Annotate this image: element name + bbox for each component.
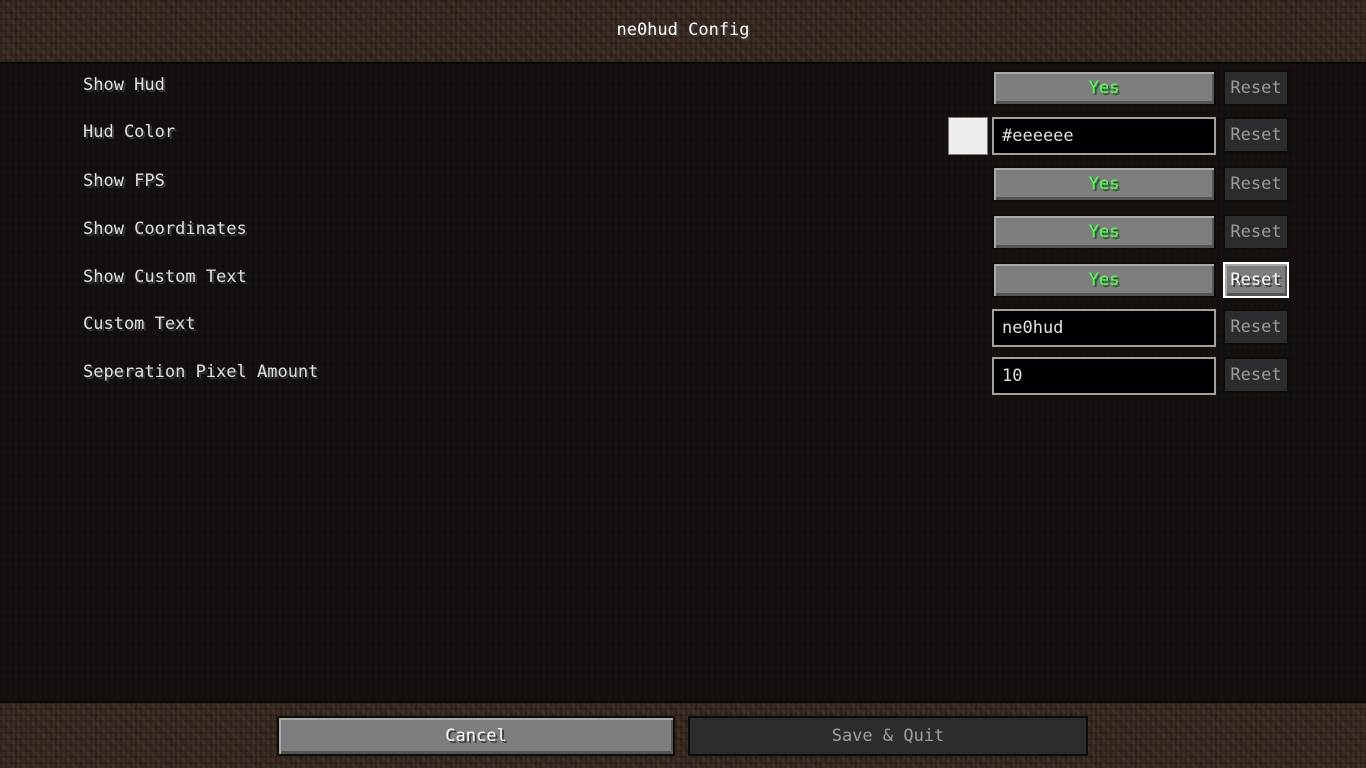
option-row-show-hud: Show Hud Yes Reset (0, 65, 1366, 106)
screen-title: ne0hud Config (616, 20, 750, 40)
custom-text-input[interactable] (992, 309, 1216, 347)
config-screen: ne0hud Config Show Hud Yes Reset Hud Col… (0, 0, 1366, 768)
reset-button[interactable]: Reset (1223, 70, 1289, 106)
option-label: Hud Color (83, 122, 176, 142)
show-hud-toggle[interactable]: Yes (992, 70, 1216, 106)
reset-button[interactable]: Reset (1223, 309, 1289, 345)
reset-button[interactable]: Reset (1223, 166, 1289, 202)
hud-color-input[interactable] (992, 117, 1216, 155)
header-bar: ne0hud Config (0, 0, 1366, 64)
option-row-separation-pixel-amount: Seperation Pixel Amount Reset (0, 352, 1366, 395)
option-label: Show FPS (83, 171, 165, 191)
option-row-show-coordinates: Show Coordinates Yes Reset (0, 209, 1366, 250)
show-coordinates-toggle[interactable]: Yes (992, 214, 1216, 250)
option-label: Seperation Pixel Amount (83, 362, 319, 382)
show-fps-toggle[interactable]: Yes (992, 166, 1216, 202)
reset-button[interactable]: Reset (1223, 357, 1289, 393)
footer-bar (0, 701, 1366, 768)
option-label: Show Coordinates (83, 219, 247, 239)
save-and-quit-button[interactable]: Save & Quit (688, 716, 1088, 756)
show-custom-text-toggle[interactable]: Yes (992, 262, 1216, 298)
option-row-hud-color: Hud Color Reset (0, 112, 1366, 155)
option-label: Show Hud (83, 75, 165, 95)
option-label: Custom Text (83, 314, 196, 334)
reset-button[interactable]: Reset (1223, 214, 1289, 250)
reset-button[interactable]: Reset (1223, 117, 1289, 153)
cancel-button[interactable]: Cancel (277, 716, 675, 756)
color-preview-swatch (948, 117, 988, 155)
option-row-custom-text: Custom Text Reset (0, 304, 1366, 347)
reset-button[interactable]: Reset (1223, 262, 1289, 298)
separation-pixel-input[interactable] (992, 357, 1216, 395)
option-label: Show Custom Text (83, 267, 247, 287)
option-row-show-custom-text: Show Custom Text Yes Reset (0, 257, 1366, 298)
option-row-show-fps: Show FPS Yes Reset (0, 161, 1366, 202)
